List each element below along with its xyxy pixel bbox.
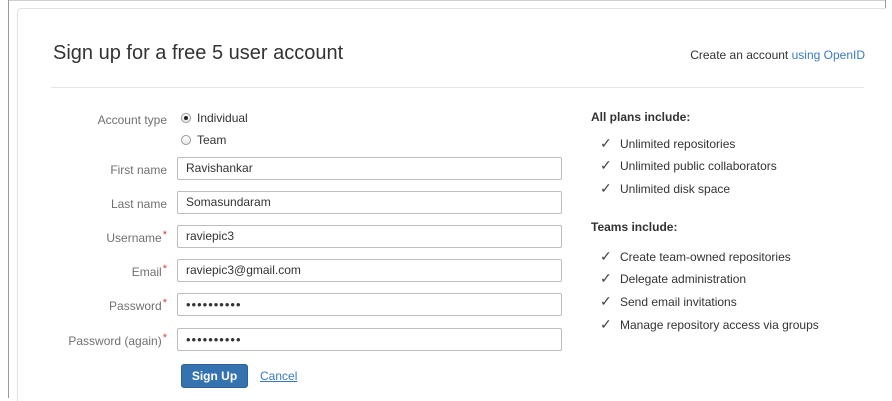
teams-item: ✓ Delegate administration <box>600 270 746 287</box>
plans-item-label: Unlimited disk space <box>620 181 731 196</box>
check-icon: ✓ <box>600 135 612 151</box>
teams-item: ✓ Send email invitations <box>600 293 737 310</box>
openid-prefix-text: Create an account <box>690 48 792 62</box>
openid-link[interactable]: using OpenID <box>792 48 865 62</box>
password-again-label-text: Password (again) <box>68 334 162 348</box>
teams-item: ✓ Create team-owned repositories <box>600 248 791 265</box>
password-again-field[interactable]: •••••••••• <box>177 328 562 351</box>
radio-individual-label: Individual <box>197 111 248 125</box>
radio-individual[interactable] <box>181 113 191 123</box>
email-field[interactable]: raviepic3@gmail.com <box>177 259 562 282</box>
window-top-edge <box>8 0 886 1</box>
check-icon: ✓ <box>600 157 612 173</box>
password-again-label: Password (again)* <box>57 332 167 348</box>
header-divider <box>51 87 864 88</box>
check-icon: ✓ <box>600 248 612 264</box>
plans-item-label: Unlimited public collaborators <box>620 158 777 173</box>
teams-heading: Teams include: <box>591 220 678 234</box>
teams-item-label: Create team-owned repositories <box>620 249 791 264</box>
email-label: Email* <box>57 263 167 279</box>
first-name-field[interactable]: Ravishankar <box>177 157 562 180</box>
username-label: Username* <box>57 229 167 245</box>
required-marker: * <box>162 332 167 344</box>
openid-prompt: Create an account using OpenID <box>690 48 865 62</box>
account-type-individual[interactable]: Individual <box>181 111 248 125</box>
plans-heading: All plans include: <box>591 110 691 124</box>
password-field[interactable]: •••••••••• <box>177 293 562 316</box>
first-name-label: First name <box>110 163 167 177</box>
teams-item-label: Send email invitations <box>620 294 737 309</box>
last-name-label: Last name <box>110 197 167 211</box>
sign-up-button[interactable]: Sign Up <box>181 364 248 388</box>
required-marker: * <box>162 229 167 241</box>
teams-item: ✓ Manage repository access via groups <box>600 316 819 333</box>
window-left-edge <box>8 0 9 398</box>
password-label: Password* <box>57 297 167 313</box>
password-label-text: Password <box>109 299 162 313</box>
plans-item: ✓ Unlimited disk space <box>600 180 730 197</box>
last-name-field[interactable]: Somasundaram <box>177 191 562 214</box>
teams-item-label: Delegate administration <box>620 271 747 286</box>
radio-team[interactable] <box>181 135 191 145</box>
check-icon: ✓ <box>600 270 612 286</box>
username-field[interactable]: raviepic3 <box>177 225 562 248</box>
required-marker: * <box>162 263 167 275</box>
check-icon: ✓ <box>600 293 612 309</box>
account-type-label: Account type <box>97 113 167 127</box>
page-title: Sign up for a free 5 user account <box>53 42 344 64</box>
check-icon: ✓ <box>600 316 612 332</box>
plans-item: ✓ Unlimited public collaborators <box>600 157 777 174</box>
radio-team-label: Team <box>197 133 227 147</box>
required-marker: * <box>162 297 167 309</box>
account-type-team[interactable]: Team <box>181 133 226 147</box>
plans-item-label: Unlimited repositories <box>620 136 736 151</box>
teams-item-label: Manage repository access via groups <box>620 317 819 332</box>
email-label-text: Email <box>131 265 162 279</box>
cancel-link[interactable]: Cancel <box>260 369 297 383</box>
username-label-text: Username <box>106 231 162 245</box>
plans-item: ✓ Unlimited repositories <box>600 135 735 152</box>
check-icon: ✓ <box>600 180 612 196</box>
